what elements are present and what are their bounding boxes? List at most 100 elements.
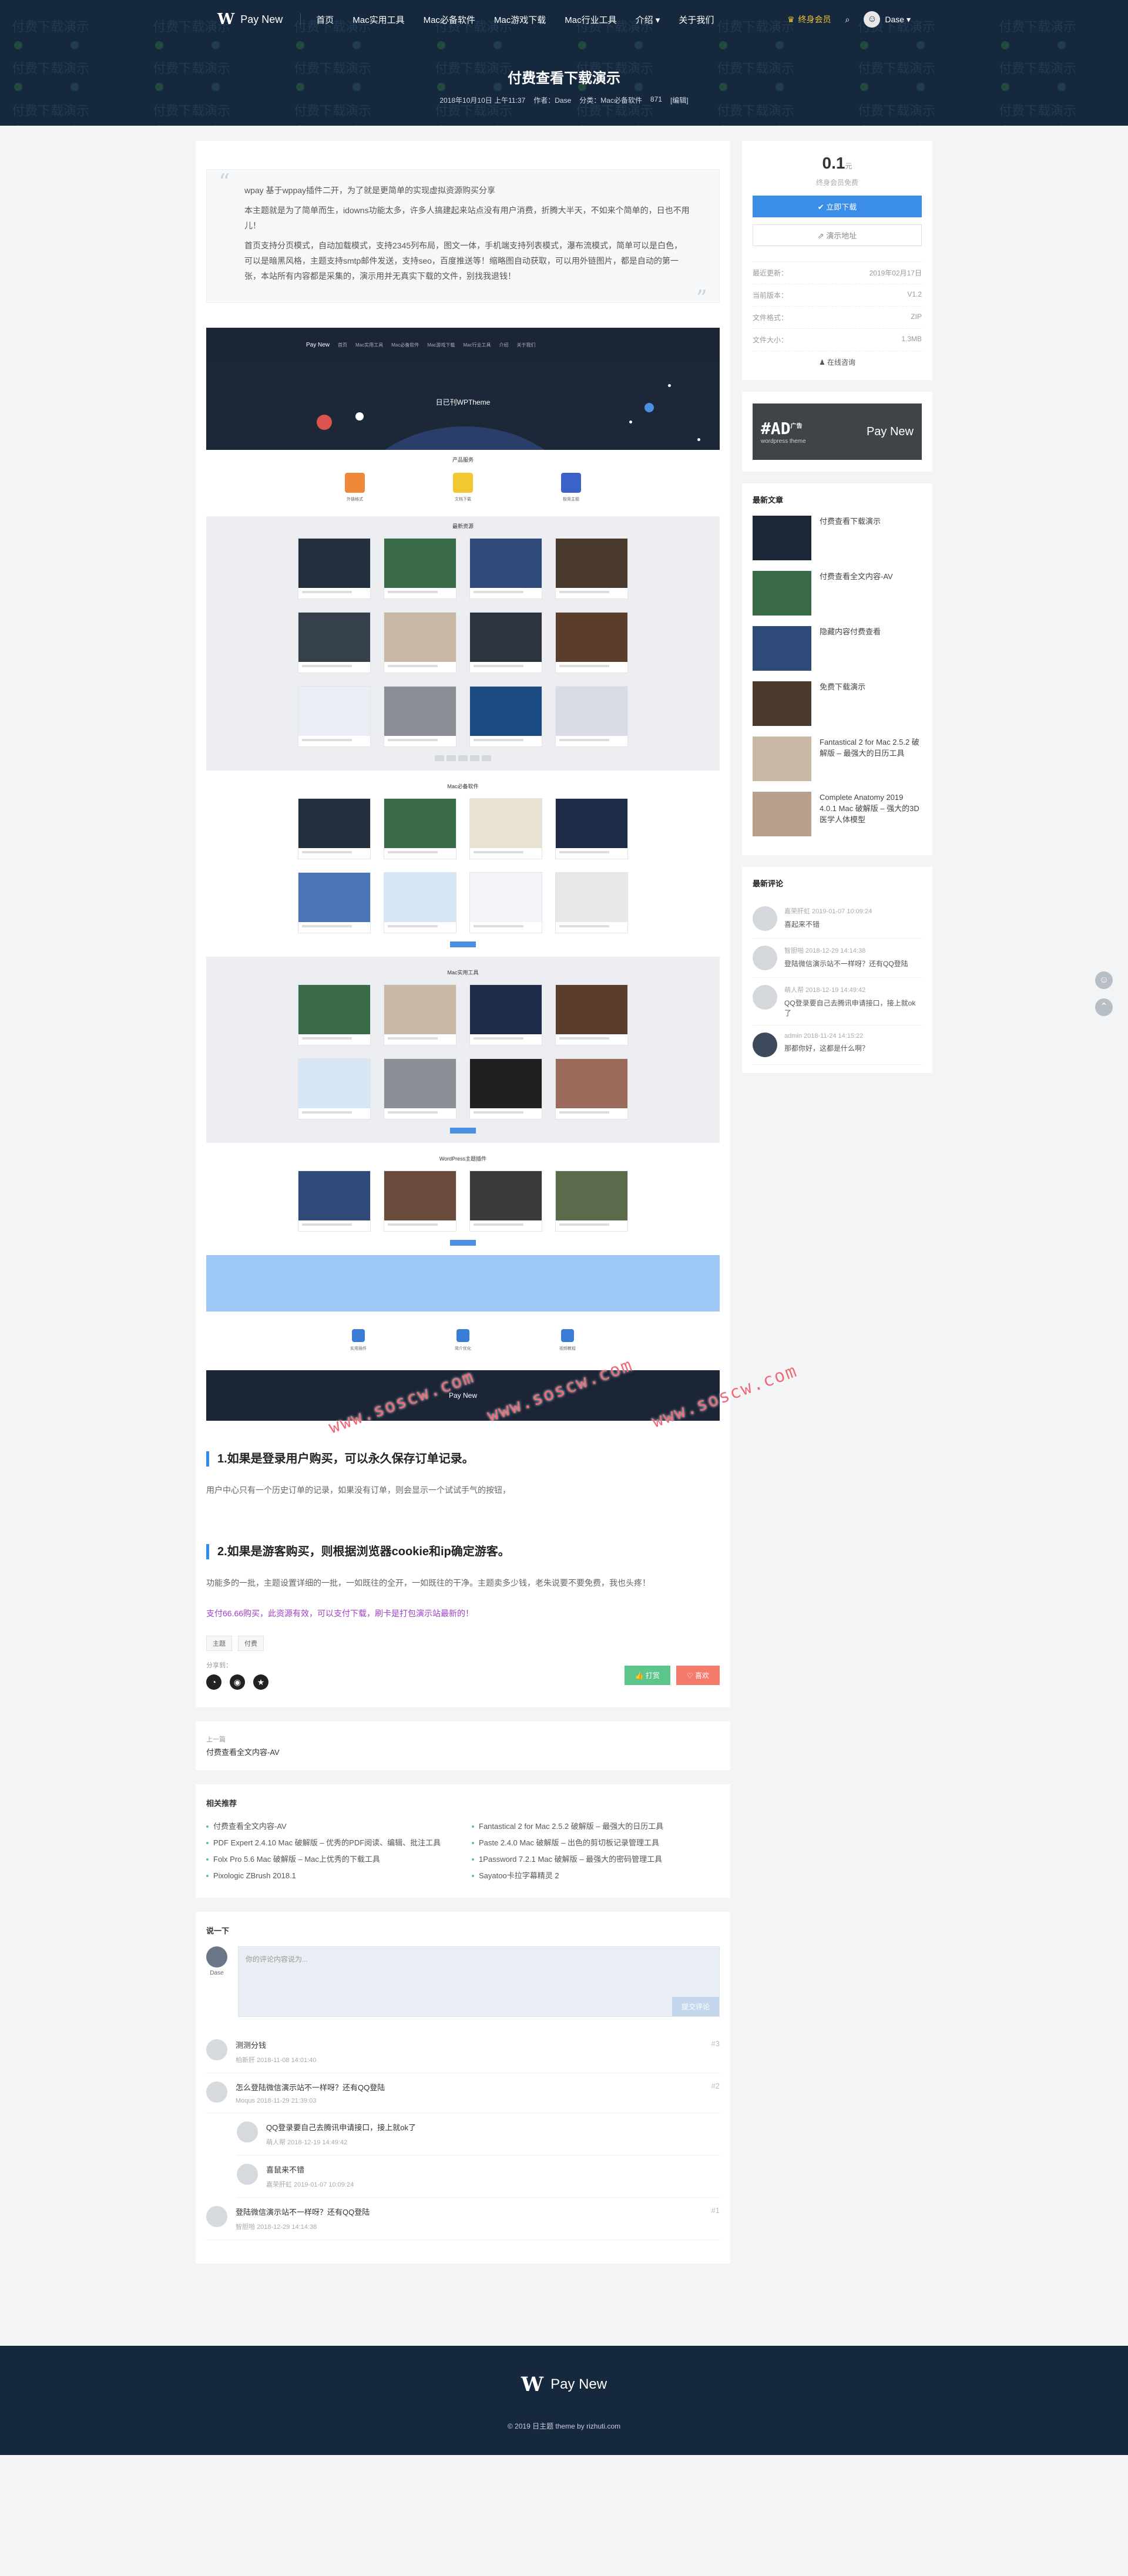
latest-post-item[interactable]: 付费查看全文内容-AV [753,571,922,616]
latest-post-item[interactable]: 免费下载演示 [753,681,922,726]
back-to-top-icon[interactable]: ⌃ [1095,998,1113,1016]
shot-tile [469,872,542,933]
shot-feature: 文档下载 [453,473,473,502]
shot-tile-caption [302,739,352,741]
edit-link[interactable]: [编辑] [670,95,689,105]
content-container: “ wpay 基于wppay插件二开，为了就是更简单的实现虚拟资源购买分享 本主… [196,141,932,2264]
help-icon[interactable]: ☺ [1095,971,1113,989]
comment-text: QQ登录要自己去腾讯申请接口，接上就ok了 [266,2123,416,2132]
shot-feature: 简介优化 [455,1329,471,1351]
shot-tile-image [470,873,542,922]
tag-item[interactable]: 主题 [206,1636,232,1651]
footer-logo[interactable]: W Pay New [0,2346,1128,2396]
menu-item-mac-essential[interactable]: Mac必备软件 [424,14,475,26]
latest-post-item[interactable]: Fantastical 2 for Mac 2.5.2 破解版 – 最强大的日历… [753,737,922,781]
demo-button[interactable]: ⇗ 演示地址 [753,224,922,246]
menu-item-intro[interactable]: 介绍 ▾ [636,14,660,26]
menu-item-about[interactable]: 关于我们 [679,14,714,26]
shot-grid [206,538,720,747]
recent-comment-text: 那都你好，这都是什么啊？ [784,1044,870,1052]
related-item[interactable]: PDF Expert 2.4.10 Mac 破解版 – 优秀的PDF阅读、编辑、… [206,1838,454,1848]
submit-comment-button[interactable]: 提交评论 [672,1997,719,2016]
menu-item-home[interactable]: 首页 [316,14,334,26]
related-item[interactable]: Sayatoo卡拉字幕精灵 2 [472,1871,720,1881]
shot-tile-image [556,873,627,922]
shot-planet-arc [347,426,582,450]
related-title: 相关推荐 [206,1799,237,1808]
shot-feature: 外链格式 [345,473,365,502]
avatar [206,2039,227,2060]
main-column: “ wpay 基于wppay插件二开，为了就是更简单的实现虚拟资源购买分享 本主… [196,141,800,2264]
latest-post-item[interactable]: Complete Anatomy 2019 4.0.1 Mac 破解版 – 强大… [753,792,922,836]
pattern-dot [437,125,445,126]
related-item[interactable]: Pixologic ZBrush 2018.1 [206,1871,454,1881]
latest-post-title: 付费查看下载演示 [820,517,881,526]
ad-banner[interactable]: #AD广告 wordpress theme Pay New [753,403,922,460]
demo-screenshot: Pay New 首页 Mac实用工具 Mac必备软件 Mac游戏下载 Mac行业… [206,328,720,1421]
shot-more-button [450,1240,476,1246]
shot-tile [298,798,371,859]
comment-textarea[interactable]: 你的评论内容说为... 提交评论 [238,1946,720,2017]
document-icon [453,473,473,493]
vip-link[interactable]: ♛ 终身会员 [787,14,831,25]
menu-item-mac-industry[interactable]: Mac行业工具 [565,14,616,26]
shot-pagination [206,755,720,761]
menu-item-mac-tools[interactable]: Mac实用工具 [352,14,404,26]
qzone-icon[interactable]: ★ [253,1674,268,1690]
latest-post-title: 免费下载演示 [820,682,866,691]
recent-comment[interactable]: 嘉荣肝虹 2019-01-07 10:09:24 喜起来不错 [753,899,922,939]
shot-more-button [450,1128,476,1134]
quote-open-icon: “ [219,169,230,195]
shot-tile-image [384,985,456,1034]
shot-tile [384,1171,456,1232]
latest-post-item[interactable]: 付费查看下载演示 [753,516,922,560]
related-item[interactable]: Fantastical 2 for Mac 2.5.2 破解版 – 最强大的日历… [472,1821,720,1832]
recent-comment-meta: 萌人帮 2018-12-19 14:49:42 [784,987,866,994]
tag-item[interactable]: 付费 [238,1636,264,1651]
info-value: 2019年02月17日 [869,269,922,277]
recent-comment[interactable]: 萌人帮 2018-12-19 14:49:42 QQ登录要自己去腾讯申请接口，接上… [753,978,922,1025]
related-item[interactable]: 付费查看全文内容-AV [206,1821,454,1832]
like-button[interactable]: ♡ 喜欢 [676,1665,720,1685]
shot-feature: 极简主题 [561,473,581,502]
shot-tile [469,1058,542,1119]
related-item-title: Fantastical 2 for Mac 2.5.2 破解版 – 最强大的日历… [479,1822,664,1831]
post-thumbnail [753,626,811,671]
menu-item-mac-games[interactable]: Mac游戏下载 [494,14,546,26]
share-block: 分享到： ◔ ◉ ★ [206,1660,268,1690]
site-logo[interactable]: W Pay New [217,11,283,28]
recent-comments-widget: 最新评论 嘉荣肝虹 2019-01-07 10:09:24 喜起来不错 智胆啪 20… [742,867,932,1073]
related-item[interactable]: Folx Pro 5.6 Mac 破解版 – Mac上优秀的下载工具 [206,1854,454,1865]
recent-comment-body: 智胆啪 2018-12-29 14:14:38 登陆微信演示站不一样呀？还有QQ登… [784,946,908,970]
recent-comment[interactable]: admin 2018-11-24 14:15:22 那都你好，这都是什么啊？ [753,1025,922,1065]
related-item[interactable]: Paste 2.4.0 Mac 破解版 – 出色的剪切板记录管理工具 [472,1838,720,1848]
shot-tile-caption [388,1223,438,1226]
vip-label: 终身会员 [798,15,831,24]
shot-tile [469,1171,542,1232]
shot-tile-image [298,799,370,848]
recent-comment[interactable]: 智胆啪 2018-12-29 14:14:38 登陆微信演示站不一样呀？还有QQ登… [753,939,922,978]
consult-link[interactable]: ♟ 在线咨询 [753,357,922,367]
wechat-icon[interactable]: ◔ [206,1674,221,1690]
site-footer: W Pay New © 2019 日主题 theme by rizhuti.co… [0,2346,1128,2455]
recent-comment-meta: 智胆啪 2018-12-29 14:14:38 [784,947,866,954]
shot-nav-item: Mac行业工具 [463,342,491,348]
weibo-icon[interactable]: ◉ [230,1674,245,1690]
reward-button[interactable]: 👍 打赏 [624,1665,670,1685]
pattern-dot [155,125,163,126]
post-category[interactable]: 分类：Mac必备软件 [579,95,642,105]
prev-post[interactable]: 上一篇 付费查看全文内容-AV [196,1721,730,1770]
pattern-text: 付费下载演示 [153,103,231,119]
post-author[interactable]: 作者：Dase [533,95,571,105]
latest-post-item[interactable]: 隐藏内容付费查看 [753,626,922,671]
shot-section-title: WordPress主题插件 [439,1156,487,1162]
pattern-dot [860,125,868,126]
shot-nav-item: Mac游戏下载 [427,342,455,348]
download-button[interactable]: ✔ 立即下载 [753,196,922,217]
shot-tile-image [470,799,542,848]
avatar [237,2164,258,2185]
search-icon[interactable]: ⌕ [845,15,850,25]
related-item[interactable]: 1Password 7.2.1 Mac 破解版 – 最强大的密码管理工具 [472,1854,720,1865]
comment-meta: Moqus 2018-11-29 21:39:03 [236,2097,317,2104]
user-menu[interactable]: ☺ Dase ▾ [864,11,911,28]
